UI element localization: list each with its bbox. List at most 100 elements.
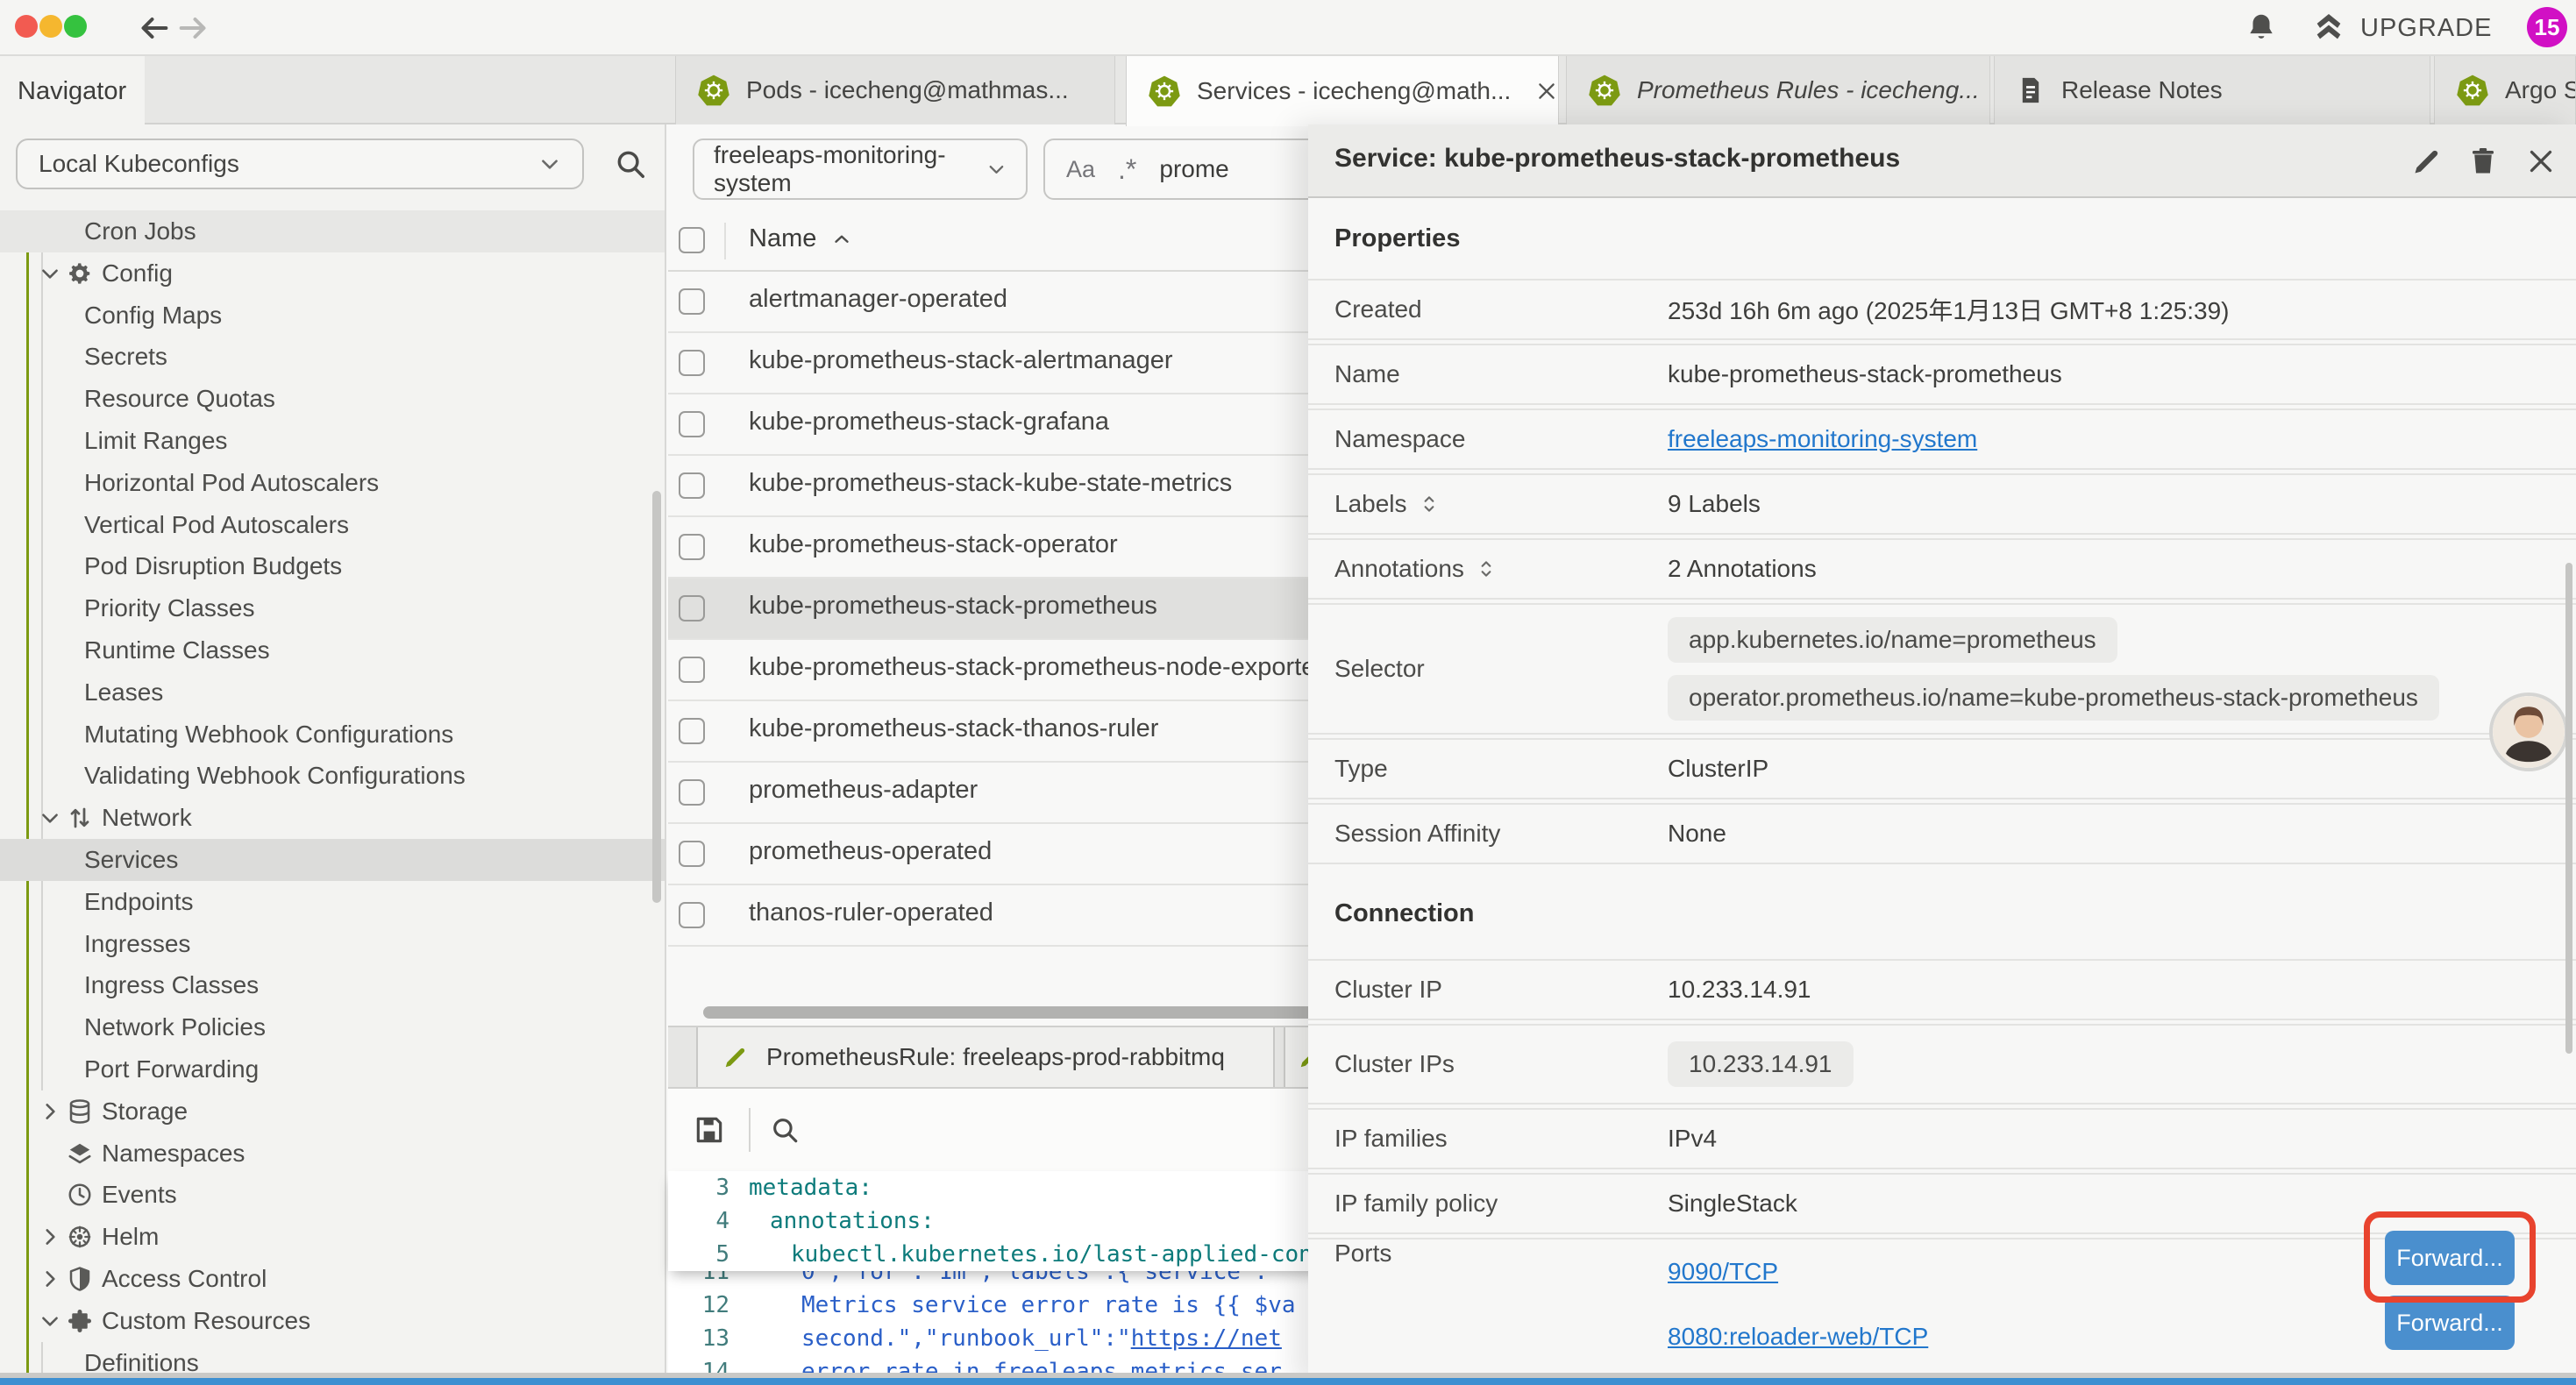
chevron-right-icon[interactable] <box>39 1225 61 1248</box>
avatar[interactable] <box>2489 692 2568 771</box>
row-checkbox[interactable] <box>679 534 705 560</box>
save-icon[interactable] <box>693 1113 726 1147</box>
sidebar-item-network-policies[interactable]: Network Policies <box>0 1006 665 1048</box>
select-all-checkbox[interactable] <box>679 227 705 253</box>
sidebar-item-horizontal-pod-autoscalers[interactable]: Horizontal Pod Autoscalers <box>0 462 665 504</box>
tab-services-icecheng-math[interactable]: Services - icecheng@math... <box>1126 56 1559 126</box>
row-checkbox[interactable] <box>679 288 705 315</box>
column-header-name[interactable]: Name <box>749 224 853 253</box>
sidebar-item-label: Events <box>102 1181 177 1209</box>
row-checkbox[interactable] <box>679 472 705 499</box>
sidebar-item-endpoints[interactable]: Endpoints <box>0 881 665 923</box>
editor-tab-prometheusrule[interactable]: PrometheusRule: freeleaps-prod-rabbitmq <box>696 1027 1275 1087</box>
row-checkbox[interactable] <box>679 350 705 376</box>
sidebar-item-ingress-classes[interactable]: Ingress Classes <box>0 964 665 1006</box>
port-link-9090-tcp[interactable]: 9090/TCP <box>1668 1258 1778 1286</box>
detail-value: 2 Annotations <box>1668 555 1817 583</box>
expand-collapse-icon[interactable] <box>1475 558 1498 580</box>
row-checkbox[interactable] <box>679 902 705 928</box>
sidebar-item-access-control[interactable]: Access Control <box>0 1258 665 1300</box>
editor-search-icon[interactable] <box>770 1115 800 1145</box>
delete-trash-icon[interactable] <box>2467 146 2499 177</box>
sidebar-scrollbar[interactable] <box>652 491 661 903</box>
service-name: kube-prometheus-stack-operator <box>749 530 1118 559</box>
zoom-window-button[interactable] <box>64 15 87 38</box>
close-window-button[interactable] <box>15 15 38 38</box>
row-checkbox[interactable] <box>679 595 705 621</box>
sidebar-item-helm[interactable]: Helm <box>0 1216 665 1258</box>
chevron-right-icon[interactable] <box>39 1268 61 1290</box>
tab-pods-icecheng-mathmas[interactable]: Pods - icecheng@mathmas... <box>675 56 1115 124</box>
minimize-window-button[interactable] <box>39 15 62 38</box>
tab-label: Prometheus Rules - icecheng... <box>1637 76 1980 104</box>
sidebar-item-resource-quotas[interactable]: Resource Quotas <box>0 378 665 420</box>
sidebar-item-label: Priority Classes <box>84 594 254 622</box>
sidebar-item-label: Network <box>102 804 192 832</box>
sidebar-item-ingresses[interactable]: Ingresses <box>0 923 665 965</box>
upgrade-label[interactable]: UPGRADE <box>2360 14 2492 43</box>
tab-label: Services - icecheng@math... <box>1197 77 1511 105</box>
notification-count-badge[interactable]: 15 <box>2527 7 2567 47</box>
sidebar-item-services[interactable]: Services <box>0 839 665 881</box>
expand-collapse-icon[interactable] <box>1418 493 1441 515</box>
notifications-bell-icon[interactable] <box>2245 11 2278 44</box>
sidebar-item-cron-jobs[interactable]: Cron Jobs <box>0 210 665 252</box>
detail-panel-body: PropertiesCreated253d 16h 6m ago (2025年1… <box>1308 198 2576 1385</box>
detail-row-annotations: Annotations2 Annotations <box>1308 538 2576 600</box>
row-checkbox[interactable] <box>679 841 705 867</box>
sidebar-item-leases[interactable]: Leases <box>0 671 665 714</box>
back-icon[interactable] <box>137 11 172 46</box>
row-checkbox[interactable] <box>679 779 705 806</box>
match-case-toggle[interactable]: Aa <box>1066 156 1095 183</box>
row-checkbox[interactable] <box>679 411 705 437</box>
chevron-down-icon[interactable] <box>39 262 61 285</box>
sidebar-item-pod-disruption-budgets[interactable]: Pod Disruption Budgets <box>0 545 665 587</box>
tab-release-notes[interactable]: Release Notes <box>1994 56 2430 124</box>
namespace-link[interactable]: freeleaps-monitoring-system <box>1668 425 1977 453</box>
sidebar-item-priority-classes[interactable]: Priority Classes <box>0 587 665 629</box>
sidebar-item-limit-ranges[interactable]: Limit Ranges <box>0 420 665 462</box>
sidebar-item-storage[interactable]: Storage <box>0 1090 665 1133</box>
detail-label: IP family policy <box>1308 1190 1668 1218</box>
sidebar-item-validating-webhook-configurations[interactable]: Validating Webhook Configurations <box>0 755 665 797</box>
sidebar-item-runtime-classes[interactable]: Runtime Classes <box>0 629 665 671</box>
sidebar-item-secrets[interactable]: Secrets <box>0 336 665 378</box>
sidebar-item-events[interactable]: Events <box>0 1174 665 1216</box>
port-line: 8080:reloader-web/TCP <box>1668 1304 1928 1369</box>
sidebar-item-port-forwarding[interactable]: Port Forwarding <box>0 1048 665 1090</box>
sidebar-item-mutating-webhook-configurations[interactable]: Mutating Webhook Configurations <box>0 714 665 756</box>
sidebar-item-vertical-pod-autoscalers[interactable]: Vertical Pod Autoscalers <box>0 504 665 546</box>
detail-value: 10.233.14.91 <box>1668 976 1811 1004</box>
detail-panel-scrollbar[interactable] <box>2565 563 2572 1054</box>
forward-port-8080-button[interactable]: Forward... <box>2385 1296 2515 1350</box>
sidebar-item-label: Namespaces <box>102 1140 245 1168</box>
port-link-8080-reloader-web-tcp[interactable]: 8080:reloader-web/TCP <box>1668 1323 1928 1351</box>
navigator-tab[interactable]: Navigator <box>0 56 145 126</box>
detail-value: SingleStack <box>1668 1190 1797 1218</box>
close-tab-icon[interactable] <box>1535 80 1558 103</box>
tab-prometheus-rules-icecheng[interactable]: Prometheus Rules - icecheng... <box>1566 56 1990 124</box>
row-checkbox[interactable] <box>679 718 705 744</box>
detail-panel-header: Service: kube-prometheus-stack-prometheu… <box>1308 124 2576 198</box>
chevron-right-icon[interactable] <box>39 1100 61 1123</box>
upgrade-icon[interactable] <box>2311 10 2346 45</box>
tab-argo-se[interactable]: Argo Se <box>2434 56 2576 124</box>
sidebar-item-namespaces[interactable]: Namespaces <box>0 1133 665 1175</box>
annotation-highlight-box <box>2364 1211 2536 1303</box>
chevron-down-icon[interactable] <box>39 1310 61 1332</box>
sidebar-item-label: Network Policies <box>84 1013 266 1041</box>
detail-value: 9 Labels <box>1668 490 1761 518</box>
close-icon[interactable] <box>2525 146 2557 177</box>
namespace-select[interactable]: freeleaps-monitoring-system <box>693 138 1028 200</box>
chevron-down-icon[interactable] <box>39 806 61 829</box>
regex-toggle[interactable]: .* <box>1118 153 1136 186</box>
sidebar-item-custom-resources[interactable]: Custom Resources <box>0 1300 665 1342</box>
edit-pencil-icon[interactable] <box>2411 146 2443 177</box>
forward-icon[interactable] <box>175 11 210 46</box>
sidebar-item-config[interactable]: Config <box>0 252 665 295</box>
sidebar-item-network[interactable]: Network <box>0 797 665 839</box>
detail-label-text: Name <box>1334 360 1400 388</box>
runbook-url-link[interactable]: https://net <box>1131 1325 1282 1352</box>
sidebar-item-config-maps[interactable]: Config Maps <box>0 295 665 337</box>
row-checkbox[interactable] <box>679 657 705 683</box>
